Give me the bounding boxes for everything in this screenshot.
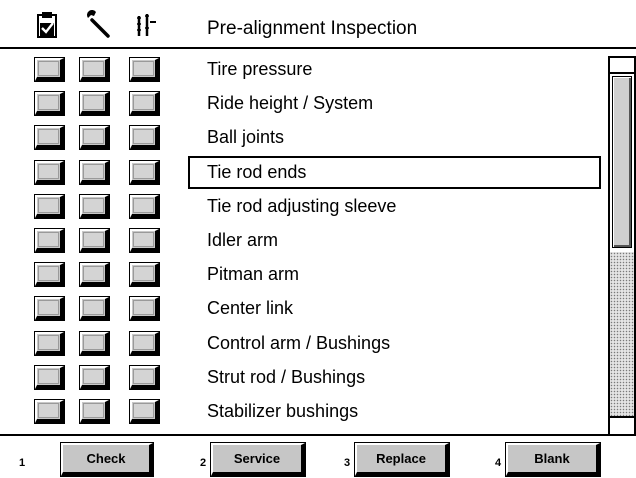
replace-checkbox[interactable]	[129, 262, 160, 287]
scroll-down-area[interactable]	[610, 416, 634, 434]
service-checkbox[interactable]	[79, 228, 110, 253]
check-checkbox[interactable]	[34, 194, 65, 219]
service-checkbox[interactable]	[79, 57, 110, 82]
header-divider	[0, 47, 636, 49]
f3-number: 3	[344, 457, 351, 469]
check-checkbox[interactable]	[34, 125, 65, 150]
clipboard-check-icon	[35, 10, 59, 38]
function-key-divider	[0, 434, 636, 436]
replace-button[interactable]: Replace	[354, 442, 450, 477]
replace-part-icon	[134, 10, 158, 38]
replace-checkbox[interactable]	[129, 399, 160, 424]
replace-checkbox[interactable]	[129, 160, 160, 185]
replace-checkbox[interactable]	[129, 365, 160, 390]
list-item[interactable]: Control arm / Bushings	[207, 330, 390, 356]
check-checkbox[interactable]	[34, 228, 65, 253]
check-checkbox[interactable]	[34, 160, 65, 185]
replace-checkbox[interactable]	[129, 91, 160, 116]
check-checkbox[interactable]	[34, 365, 65, 390]
list-item[interactable]: Tie rod adjusting sleeve	[207, 193, 396, 219]
list-item[interactable]: Idler arm	[207, 227, 278, 253]
list-item[interactable]: Pitman arm	[207, 261, 299, 287]
list-item[interactable]: Tire pressure	[207, 56, 312, 82]
service-checkbox[interactable]	[79, 160, 110, 185]
replace-checkbox[interactable]	[129, 228, 160, 253]
list-item[interactable]: Ride height / System	[207, 90, 373, 116]
inspection-screen: Pre-alignment Inspection Tire pressure Ri…	[0, 0, 636, 478]
f2-number: 2	[200, 457, 207, 469]
service-checkbox[interactable]	[79, 262, 110, 287]
f4-number: 4	[495, 457, 502, 469]
service-checkbox[interactable]	[79, 91, 110, 116]
replace-checkbox[interactable]	[129, 331, 160, 356]
replace-checkbox[interactable]	[129, 57, 160, 82]
check-checkbox[interactable]	[34, 331, 65, 356]
check-checkbox[interactable]	[34, 57, 65, 82]
blank-button[interactable]: Blank	[505, 442, 601, 477]
f1-number: 1	[19, 457, 26, 469]
check-checkbox[interactable]	[34, 296, 65, 321]
wrench-icon	[86, 10, 110, 38]
page-title: Pre-alignment Inspection	[207, 18, 418, 39]
service-checkbox[interactable]	[79, 399, 110, 424]
replace-checkbox[interactable]	[129, 194, 160, 219]
list-item[interactable]: Center link	[207, 295, 293, 321]
list-item[interactable]: Strut rod / Bushings	[207, 364, 365, 390]
check-checkbox[interactable]	[34, 262, 65, 287]
replace-checkbox[interactable]	[129, 296, 160, 321]
service-checkbox[interactable]	[79, 296, 110, 321]
service-button[interactable]: Service	[210, 442, 306, 477]
list-item[interactable]: Ball joints	[207, 124, 284, 150]
service-checkbox[interactable]	[79, 331, 110, 356]
list-item[interactable]: Tie rod ends	[207, 159, 306, 185]
list-item[interactable]: Stabilizer bushings	[207, 398, 358, 424]
service-checkbox[interactable]	[79, 365, 110, 390]
replace-checkbox[interactable]	[129, 125, 160, 150]
service-checkbox[interactable]	[79, 125, 110, 150]
scroll-track[interactable]	[610, 252, 634, 416]
vertical-scrollbar[interactable]	[608, 56, 636, 436]
scroll-thumb[interactable]	[612, 76, 632, 248]
check-checkbox[interactable]	[34, 91, 65, 116]
service-checkbox[interactable]	[79, 194, 110, 219]
check-checkbox[interactable]	[34, 399, 65, 424]
check-button[interactable]: Check	[60, 442, 154, 477]
scroll-up-area[interactable]	[610, 58, 634, 74]
